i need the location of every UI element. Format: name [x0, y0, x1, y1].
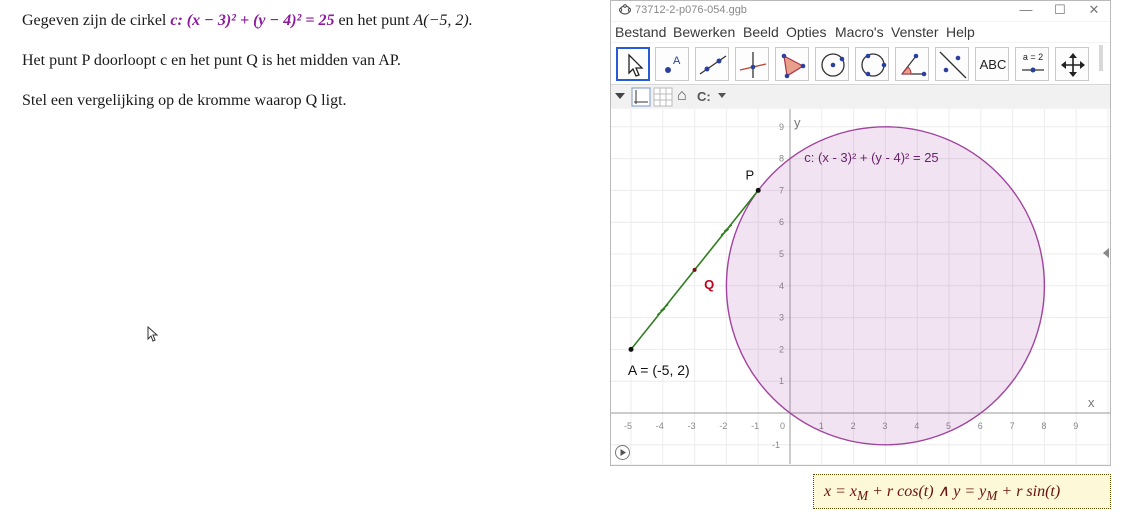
menu-bar: Bestand Bewerken Beeld Opties Macro's Ve…: [611, 22, 1110, 42]
graphics-view[interactable]: x y -5 -4 -3 -2 -1 0 1 2 3 4 5 6 7 8 9 -1 1 2 3 4 5 6 7 8 9 A = (-5…: [611, 109, 1110, 464]
x-tick-label: -4: [656, 421, 664, 431]
text-tool-label: ABC: [979, 57, 1007, 72]
equal-length-tick: [723, 224, 733, 232]
formula-part-b: + r cos(t) ∧ y = y: [868, 483, 987, 500]
circle-equation: c: (x − 3)² + (y − 4)² = 25: [170, 12, 335, 29]
reflect-tool-button[interactable]: [935, 47, 969, 81]
menu-opties[interactable]: Opties: [786, 24, 826, 40]
problem-line1-mid: en het punt: [334, 12, 414, 29]
angle-tool-button[interactable]: [895, 47, 929, 81]
circle-label: c: (x - 3)² + (y - 4)² = 25: [804, 150, 938, 165]
menu-beeld[interactable]: Beeld: [743, 24, 779, 40]
point-a: [628, 346, 634, 352]
menu-macros[interactable]: Macro's: [835, 24, 884, 40]
point-q-label: Q: [704, 277, 714, 292]
x-tick-label: -5: [624, 421, 632, 431]
x-tick-label: -3: [688, 421, 696, 431]
problem-line-3: Stel een vergelijking op de kromme waaro…: [22, 92, 347, 109]
x-tick-label: -1: [751, 421, 759, 431]
y-tick-label: -1: [772, 440, 780, 450]
formula-part-a: x = x: [824, 483, 857, 500]
menu-help[interactable]: Help: [946, 24, 975, 40]
grid-toggle-icon[interactable]: [653, 87, 673, 107]
menu-bewerken[interactable]: Bewerken: [673, 24, 735, 40]
svg-text:A: A: [673, 55, 681, 67]
polygon-icon: [781, 53, 806, 79]
equal-length-tick: [660, 304, 669, 312]
geogebra-icon: [619, 4, 631, 15]
style-bar: ⌂ C:: [611, 86, 1110, 108]
toolbar: A ABC a = 2: [611, 43, 1110, 85]
point-p-label: P: [745, 167, 754, 182]
menu-bestand[interactable]: Bestand: [615, 24, 666, 40]
home-icon[interactable]: ⌂: [677, 87, 687, 105]
slider-icon: [1022, 67, 1044, 73]
x-tick-label: -2: [719, 421, 727, 431]
pointer-arrow-icon: [628, 53, 644, 77]
slider-tool-button[interactable]: a = 2: [1015, 47, 1049, 81]
play-icon: [620, 449, 626, 456]
problem-line-1: Gegeven zijn de cirkel c: (x − 3)² + (y …: [22, 12, 473, 30]
circle-center-icon: [821, 53, 845, 77]
minimize-button[interactable]: —: [1011, 1, 1041, 21]
mouse-cursor-icon: [147, 326, 159, 342]
parametric-formula: x = xM + r cos(t) ∧ y = yM + r sin(t): [824, 481, 1060, 504]
axes-toggle-icon[interactable]: [631, 87, 651, 107]
circle-center-tool-button[interactable]: [815, 47, 849, 81]
point-icon: A: [665, 55, 681, 73]
point-tool-button[interactable]: A: [655, 47, 689, 81]
coordinate-plane[interactable]: xy-5 -4 -3 -2 -1 0 1 2 3 4 5 6 7 8 9-1123456789A = (-5…: [611, 109, 1110, 464]
x-axis-label: x: [1088, 395, 1095, 410]
text-tool-button[interactable]: ABC: [975, 47, 1009, 81]
window-title: 73712-2-p076-054.ggb: [635, 4, 747, 16]
perpendicular-line-icon: [739, 52, 767, 78]
title-bar: 73712-2-p076-054.ggb — ☐ ✕: [611, 1, 1110, 21]
maximize-button[interactable]: ☐: [1045, 1, 1075, 21]
view-dropdown-icon[interactable]: [717, 90, 727, 100]
point-a-label: A = (-5, 2): [628, 362, 690, 378]
angle-icon: [900, 53, 927, 77]
line-tool-button[interactable]: [695, 47, 729, 81]
y-tick-label: 9: [779, 122, 784, 132]
x-tick-label: 0: [780, 421, 785, 431]
circle-three-points-icon: [861, 53, 887, 77]
x-tick-label: 9: [1073, 421, 1078, 431]
point-q: [692, 267, 697, 272]
x-tick-label: 7: [1010, 421, 1015, 431]
move-graphics-tool-button[interactable]: [1055, 47, 1089, 81]
play-button[interactable]: [615, 445, 630, 460]
formula-sub-2: M: [986, 488, 998, 504]
formula-part-c: + r sin(t): [997, 483, 1061, 500]
formula-sub-1: M: [857, 488, 869, 504]
y-tick-label: 8: [779, 154, 784, 164]
menu-venster[interactable]: Venster: [891, 24, 938, 40]
formula-box: x = xM + r cos(t) ∧ y = yM + r sin(t): [813, 474, 1111, 509]
polygon-tool-button[interactable]: [775, 47, 809, 81]
circle-three-points-tool-button[interactable]: [855, 47, 889, 81]
geogebra-window: 73712-2-p076-054.ggb — ☐ ✕ Bestand Bewer…: [610, 0, 1111, 466]
line-icon: [699, 55, 727, 75]
x-tick-label: 8: [1041, 421, 1046, 431]
equal-length-tick: [720, 228, 730, 236]
view-selector[interactable]: C:: [697, 89, 711, 104]
stylebar-toggle-icon[interactable]: [614, 89, 626, 103]
toolbar-resize-handle[interactable]: [1099, 45, 1103, 71]
problem-line-2: Het punt P doorloopt c en het punt Q is …: [22, 52, 401, 69]
close-button[interactable]: ✕: [1079, 1, 1109, 21]
equal-length-tick: [656, 308, 666, 316]
reflect-line-icon: [939, 51, 967, 79]
move-tool-button[interactable]: [616, 47, 650, 81]
move-cross-icon: [1061, 53, 1085, 77]
point-a: A(−5, 2).: [413, 12, 473, 29]
x-tick-label: 6: [978, 421, 983, 431]
y-axis-label: y: [794, 115, 801, 130]
circle-c: [725, 126, 1046, 446]
problem-line1-prefix: Gegeven zijn de cirkel: [22, 12, 171, 29]
collapse-arrow-icon[interactable]: [1103, 248, 1109, 258]
perpendicular-tool-button[interactable]: [735, 47, 769, 81]
point-p: [755, 187, 761, 193]
